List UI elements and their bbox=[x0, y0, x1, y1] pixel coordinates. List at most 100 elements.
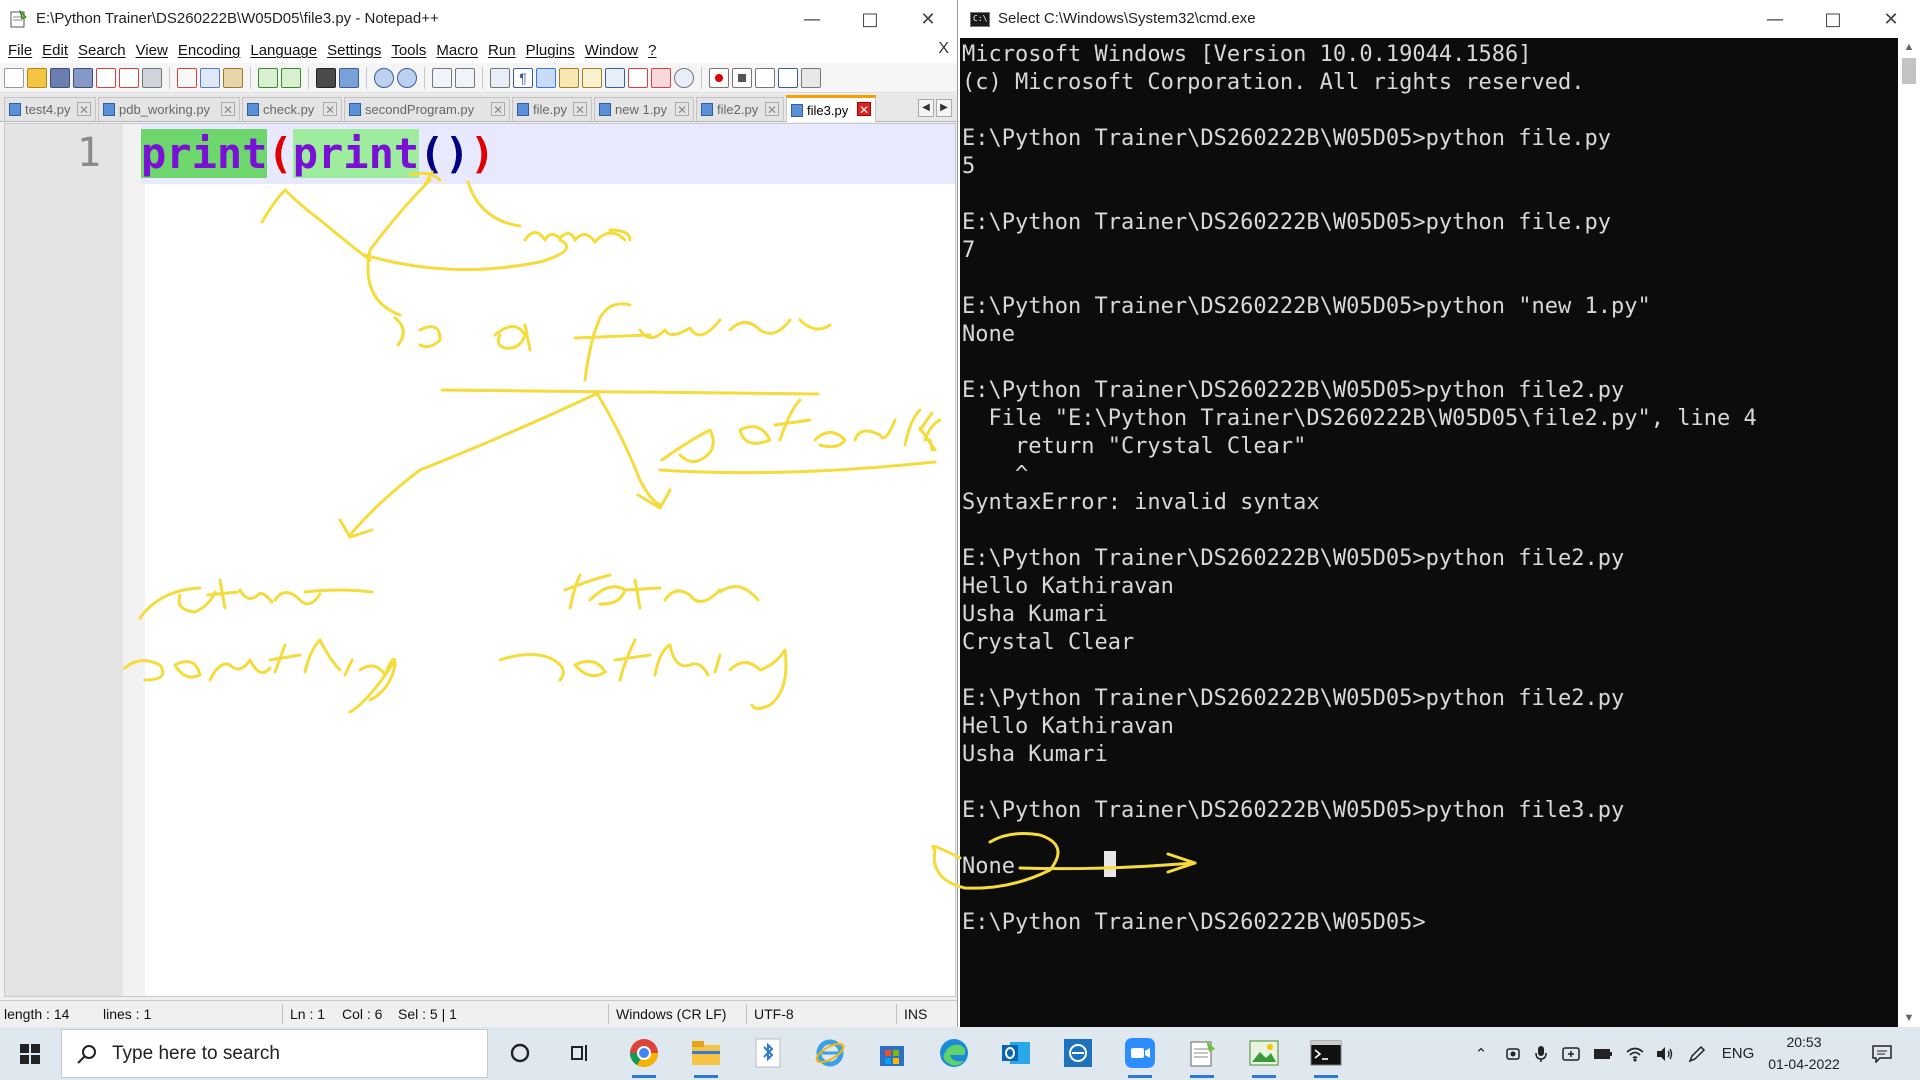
chrome-icon[interactable] bbox=[624, 1033, 664, 1078]
tab-close-icon[interactable]: ✕ bbox=[573, 102, 587, 117]
task-view-icon[interactable] bbox=[560, 1033, 600, 1073]
menu-plugins[interactable]: Plugins bbox=[526, 42, 575, 59]
wifi-icon[interactable] bbox=[1620, 1027, 1650, 1080]
save-icon[interactable] bbox=[50, 67, 70, 88]
tab-pdb-working[interactable]: pdb_working.py ✕ bbox=[98, 97, 240, 121]
menu-encoding[interactable]: Encoding bbox=[178, 42, 241, 59]
cmd-titlebar[interactable]: Select C:\Windows\System32\cmd.exe — □ ✕ bbox=[960, 0, 1920, 38]
menu-view[interactable]: View bbox=[136, 42, 168, 59]
tab-file3[interactable]: file3.py ✕ bbox=[786, 95, 876, 122]
function-list-icon[interactable] bbox=[605, 67, 625, 88]
outlook-icon[interactable] bbox=[996, 1033, 1036, 1073]
tab-scroll-right-icon[interactable]: ▶ bbox=[936, 99, 952, 117]
language-indicator[interactable]: ENG bbox=[1716, 1027, 1760, 1080]
status-eol[interactable]: Windows (CR LF) bbox=[616, 1006, 726, 1022]
notifications-icon[interactable] bbox=[1862, 1027, 1902, 1080]
menu-edit[interactable]: Edit bbox=[42, 42, 68, 59]
status-encoding[interactable]: UTF-8 bbox=[754, 1006, 794, 1022]
word-wrap-icon[interactable] bbox=[490, 67, 510, 88]
find-icon[interactable] bbox=[316, 67, 336, 88]
notepad-titlebar[interactable]: E:\Python Trainer\DS260222B\W05D05\file3… bbox=[0, 0, 957, 38]
console-output[interactable]: Microsoft Windows [Version 10.0.19044.15… bbox=[962, 38, 1894, 1027]
menu-file[interactable]: File bbox=[8, 42, 32, 59]
tab-scroll-left-icon[interactable]: ◀ bbox=[918, 99, 934, 117]
vertical-scrollbar[interactable]: ▲ ▼ bbox=[1898, 38, 1920, 1027]
close-file-icon[interactable] bbox=[96, 67, 116, 88]
monitoring-icon[interactable] bbox=[651, 67, 671, 88]
minimize-button[interactable]: — bbox=[783, 0, 841, 38]
redo-icon[interactable] bbox=[281, 67, 301, 88]
menu-run[interactable]: Run bbox=[488, 42, 516, 59]
tab-close-icon[interactable]: ✕ bbox=[77, 102, 91, 117]
edge-icon[interactable] bbox=[934, 1033, 974, 1073]
indent-guide-icon[interactable] bbox=[536, 67, 556, 88]
code-line[interactable]: print(print()) bbox=[141, 126, 495, 182]
close-document-button[interactable]: X bbox=[938, 40, 949, 58]
open-file-icon[interactable] bbox=[27, 67, 47, 88]
menu-tools[interactable]: Tools bbox=[391, 42, 426, 59]
tab-check[interactable]: check.py ✕ bbox=[242, 97, 342, 121]
folder-as-workspace-icon[interactable] bbox=[628, 67, 648, 88]
clock[interactable]: 20:53 01-04-2022 bbox=[1756, 1031, 1852, 1075]
paste-icon[interactable] bbox=[223, 67, 243, 88]
tab-second-program[interactable]: secondProgram.py ✕ bbox=[344, 97, 510, 121]
notepad-plus-plus-icon[interactable] bbox=[1182, 1033, 1222, 1078]
windows-start-icon[interactable] bbox=[0, 1027, 60, 1080]
new-file-icon[interactable] bbox=[4, 67, 24, 88]
maximize-button[interactable]: □ bbox=[841, 0, 899, 38]
cmd-icon[interactable] bbox=[1306, 1033, 1346, 1078]
stop-macro-icon[interactable] bbox=[732, 67, 752, 88]
tab-test4[interactable]: test4.py ✕ bbox=[4, 97, 96, 121]
microphone-icon[interactable] bbox=[1528, 1027, 1554, 1080]
close-button[interactable]: ✕ bbox=[899, 0, 957, 38]
scroll-up-icon[interactable]: ▲ bbox=[1898, 38, 1920, 56]
zoom-out-icon[interactable] bbox=[397, 67, 417, 88]
tab-file[interactable]: file.py ✕ bbox=[512, 97, 592, 121]
run-macro-multiple-icon[interactable] bbox=[778, 67, 798, 88]
record-macro-icon[interactable] bbox=[709, 67, 729, 88]
menu-language[interactable]: Language bbox=[250, 42, 317, 59]
copy-icon[interactable] bbox=[200, 67, 220, 88]
tab-close-icon[interactable]: ✕ bbox=[675, 102, 689, 117]
view-icon[interactable] bbox=[674, 67, 694, 88]
menu-window[interactable]: Window bbox=[585, 42, 638, 59]
play-macro-icon[interactable] bbox=[755, 67, 775, 88]
menu-search[interactable]: Search bbox=[78, 42, 126, 59]
minimize-button[interactable]: — bbox=[1746, 0, 1804, 38]
tab-close-icon[interactable]: ✕ bbox=[323, 102, 337, 117]
meet-now-icon[interactable] bbox=[1556, 1027, 1586, 1080]
print-icon[interactable] bbox=[142, 67, 162, 88]
replace-icon[interactable] bbox=[339, 67, 359, 88]
network-app-icon[interactable] bbox=[1058, 1033, 1098, 1073]
scroll-down-icon[interactable]: ▼ bbox=[1898, 1009, 1920, 1027]
internet-explorer-icon[interactable] bbox=[810, 1033, 850, 1073]
sync-vertical-icon[interactable] bbox=[432, 67, 452, 88]
tab-new-1[interactable]: new 1.py ✕ bbox=[594, 97, 694, 121]
zoom-in-icon[interactable] bbox=[374, 67, 394, 88]
maximize-button[interactable]: □ bbox=[1804, 0, 1862, 38]
save-macro-icon[interactable] bbox=[801, 67, 821, 88]
sync-horizontal-icon[interactable] bbox=[455, 67, 475, 88]
close-button[interactable]: ✕ bbox=[1862, 0, 1920, 38]
menu-help[interactable]: ? bbox=[648, 42, 656, 59]
tab-close-icon[interactable]: ✕ bbox=[765, 102, 779, 117]
tab-close-icon[interactable]: ✕ bbox=[491, 102, 505, 117]
editor-pane[interactable]: 1 print(print()) bbox=[4, 123, 956, 997]
menu-macro[interactable]: Macro bbox=[436, 42, 478, 59]
show-all-characters-icon[interactable]: ¶ bbox=[513, 67, 533, 88]
undo-icon[interactable] bbox=[258, 67, 278, 88]
tab-close-icon[interactable]: ✕ bbox=[221, 102, 235, 117]
cut-icon[interactable] bbox=[177, 67, 197, 88]
volume-icon[interactable] bbox=[1650, 1027, 1680, 1080]
cortana-icon[interactable] bbox=[500, 1033, 540, 1073]
zoom-icon[interactable] bbox=[1120, 1033, 1160, 1078]
pen-icon[interactable] bbox=[1682, 1027, 1712, 1080]
tab-close-icon[interactable]: ✕ bbox=[857, 102, 871, 117]
show-hidden-icons-icon[interactable]: ⌃ bbox=[1468, 1027, 1494, 1080]
save-all-icon[interactable] bbox=[73, 67, 93, 88]
image-editor-icon[interactable] bbox=[1244, 1033, 1284, 1078]
close-all-icon[interactable] bbox=[119, 67, 139, 88]
microsoft-store-icon[interactable] bbox=[872, 1033, 912, 1073]
bluetooth-app-icon[interactable] bbox=[748, 1033, 788, 1073]
document-map-icon[interactable] bbox=[582, 67, 602, 88]
